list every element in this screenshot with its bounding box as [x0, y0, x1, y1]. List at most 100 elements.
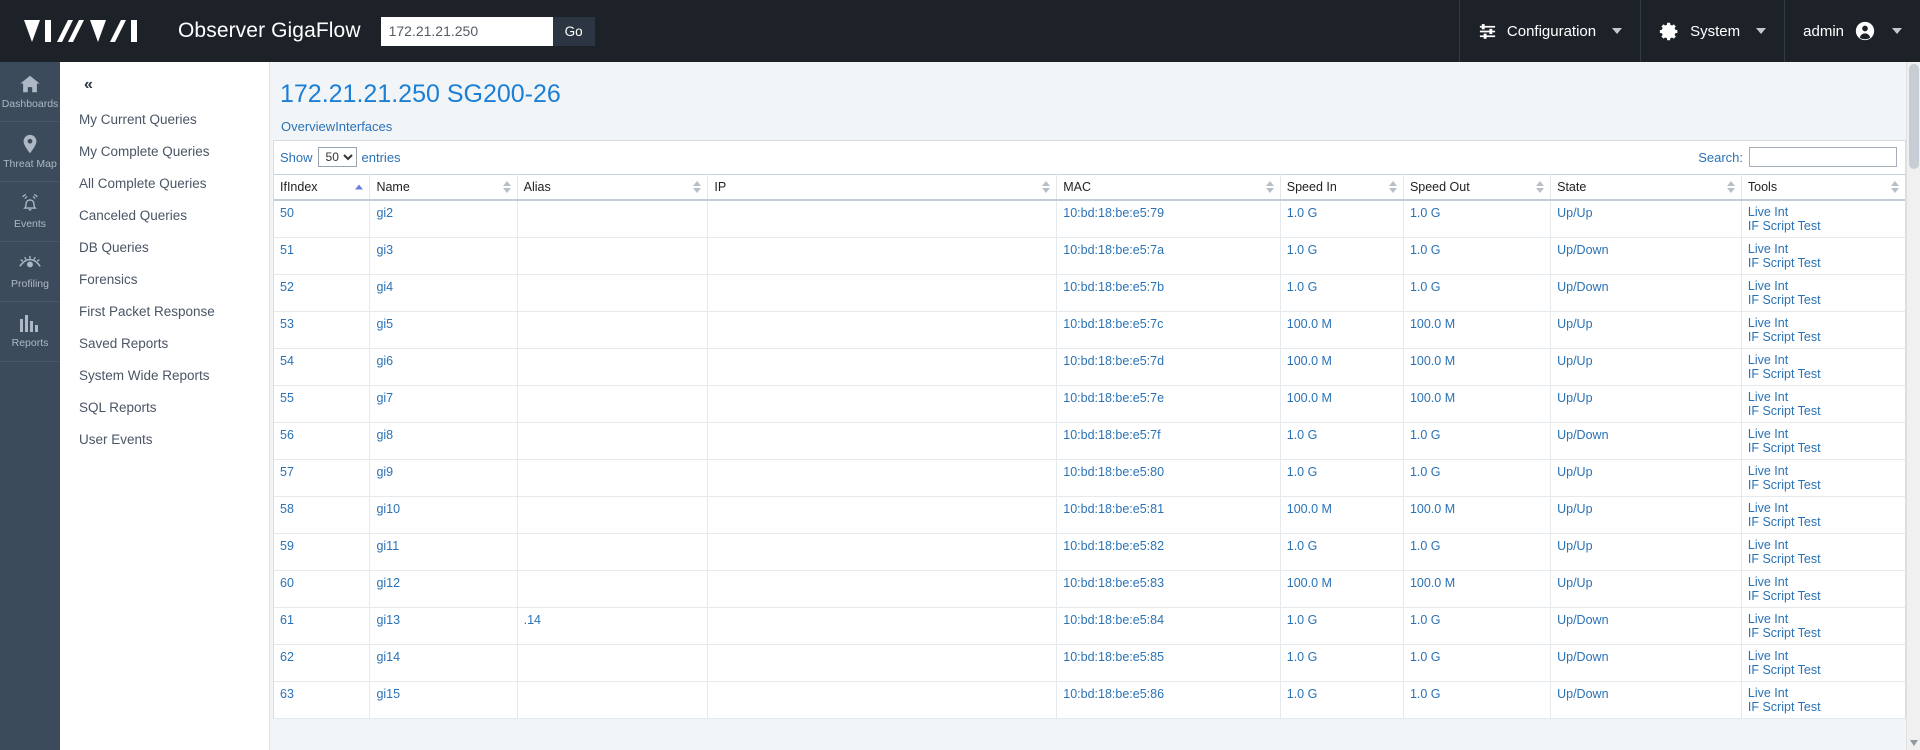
cell-alias: .14	[517, 607, 709, 645]
header-menu-user[interactable]: admin	[1784, 0, 1920, 62]
live-int-link[interactable]: Live Int	[1748, 687, 1899, 700]
live-int-link[interactable]: Live Int	[1748, 317, 1899, 330]
header-menu-configuration-label: Configuration	[1506, 22, 1597, 40]
cell-state: Up/Up	[1550, 311, 1742, 349]
if-script-test-link[interactable]: IF Script Test	[1748, 589, 1899, 603]
live-int-link[interactable]: Live Int	[1748, 354, 1899, 367]
if-script-test-link[interactable]: IF Script Test	[1748, 256, 1899, 270]
if-script-test-link[interactable]: IF Script Test	[1748, 293, 1899, 307]
search-input[interactable]	[1749, 147, 1897, 167]
live-int-link[interactable]: Live Int	[1748, 539, 1899, 552]
if-script-test-link[interactable]: IF Script Test	[1748, 515, 1899, 529]
cell-speed_out: 100.0 M	[1403, 311, 1552, 349]
cell-alias	[517, 496, 709, 534]
viavi-logo[interactable]	[0, 0, 170, 62]
live-int-link[interactable]: Live Int	[1748, 465, 1899, 478]
submenu-item-all-complete-queries[interactable]: All Complete Queries	[60, 168, 269, 200]
live-int-link[interactable]: Live Int	[1748, 391, 1899, 404]
collapse-menu-button[interactable]: «	[60, 70, 269, 104]
cell-tools: Live Int IF Script Test	[1741, 274, 1905, 312]
live-int-link[interactable]: Live Int	[1748, 613, 1899, 626]
main-content: 172.21.21.250 SG200-26 OverviewInterface…	[270, 62, 1920, 750]
cell-tools: Live Int IF Script Test	[1741, 237, 1905, 275]
vertical-scrollbar[interactable]	[1906, 62, 1920, 750]
column-header-alias[interactable]: Alias	[517, 174, 709, 201]
device-lookup-form: Go	[380, 0, 595, 62]
cell-speed_in: 1.0 G	[1280, 644, 1404, 682]
submenu-item-db-queries[interactable]: DB Queries	[60, 232, 269, 264]
column-header-mac[interactable]: MAC	[1056, 174, 1281, 201]
if-script-test-link[interactable]: IF Script Test	[1748, 404, 1899, 418]
if-script-test-link[interactable]: IF Script Test	[1748, 626, 1899, 640]
chevron-down-icon	[1612, 28, 1623, 34]
cell-alias	[517, 422, 709, 460]
go-button[interactable]: Go	[552, 16, 595, 46]
rail-item-profiling[interactable]: Profiling	[0, 242, 60, 302]
column-header-speed-out[interactable]: Speed Out	[1403, 174, 1552, 201]
if-script-test-link[interactable]: IF Script Test	[1748, 478, 1899, 492]
column-header-ifindex[interactable]: IfIndex	[274, 174, 371, 201]
live-int-link[interactable]: Live Int	[1748, 502, 1899, 515]
live-int-link[interactable]: Live Int	[1748, 576, 1899, 589]
cell-speed_in: 100.0 M	[1280, 311, 1404, 349]
cell-ip	[707, 533, 1058, 571]
live-int-link[interactable]: Live Int	[1748, 243, 1899, 256]
cell-ifindex: 55	[274, 385, 371, 423]
if-script-test-link[interactable]: IF Script Test	[1748, 330, 1899, 344]
column-header-speed-in[interactable]: Speed In	[1280, 174, 1404, 201]
submenu-item-saved-reports[interactable]: Saved Reports	[60, 328, 269, 360]
cell-state: Up/Up	[1550, 200, 1742, 238]
rail-item-events[interactable]: Events	[0, 182, 60, 242]
column-header-state[interactable]: State	[1550, 174, 1742, 201]
scroll-down-icon[interactable]	[1910, 740, 1918, 746]
submenu-item-first-packet-response[interactable]: First Packet Response	[60, 296, 269, 328]
rail-item-reports[interactable]: Reports	[0, 302, 60, 362]
submenu-item-sql-reports[interactable]: SQL Reports	[60, 392, 269, 424]
tab-interfaces[interactable]: Interfaces	[335, 119, 392, 134]
cell-mac: 10:bd:18:be:e5:7b	[1056, 274, 1281, 312]
submenu-item-system-wide-reports[interactable]: System Wide Reports	[60, 360, 269, 392]
live-int-link[interactable]: Live Int	[1748, 280, 1899, 293]
live-int-link[interactable]: Live Int	[1748, 206, 1899, 219]
column-header-name[interactable]: Name	[369, 174, 518, 201]
column-label-ifindex: IfIndex	[280, 180, 318, 194]
cell-mac: 10:bd:18:be:e5:82	[1056, 533, 1281, 571]
sliders-icon	[1478, 22, 1497, 41]
submenu-item-user-events[interactable]: User Events	[60, 424, 269, 456]
gear-icon	[1659, 21, 1680, 42]
header-menu-user-label: admin	[1803, 22, 1844, 40]
rail-item-dashboards[interactable]: Dashboards	[0, 62, 60, 122]
cell-state: Up/Down	[1550, 607, 1742, 645]
sort-toggle-icon	[1536, 181, 1545, 193]
cell-name: gi5	[369, 311, 518, 349]
scrollbar-thumb[interactable]	[1909, 64, 1919, 169]
submenu-item-my-complete-queries[interactable]: My Complete Queries	[60, 136, 269, 168]
column-header-ip[interactable]: IP	[707, 174, 1058, 201]
if-script-test-link[interactable]: IF Script Test	[1748, 367, 1899, 381]
if-script-test-link[interactable]: IF Script Test	[1748, 663, 1899, 677]
cell-speed_in: 100.0 M	[1280, 496, 1404, 534]
rail-item-profiling-label: Profiling	[11, 278, 49, 290]
submenu-item-forensics[interactable]: Forensics	[60, 264, 269, 296]
header-menu-configuration[interactable]: Configuration	[1458, 0, 1640, 62]
device-ip-input[interactable]	[380, 16, 553, 46]
submenu-item-canceled-queries[interactable]: Canceled Queries	[60, 200, 269, 232]
live-int-link[interactable]: Live Int	[1748, 650, 1899, 663]
submenu-item-my-current-queries[interactable]: My Current Queries	[60, 104, 269, 136]
sort-toggle-icon	[1265, 181, 1274, 193]
if-script-test-link[interactable]: IF Script Test	[1748, 552, 1899, 566]
column-header-tools[interactable]: Tools	[1741, 174, 1905, 201]
live-int-link[interactable]: Live Int	[1748, 428, 1899, 441]
cell-tools: Live Int IF Script Test	[1741, 422, 1905, 460]
cell-mac: 10:bd:18:be:e5:7e	[1056, 385, 1281, 423]
tab-overview[interactable]: Overview	[281, 119, 335, 134]
cell-state: Up/Up	[1550, 348, 1742, 386]
entries-per-page-select[interactable]: 50	[317, 147, 357, 167]
if-script-test-link[interactable]: IF Script Test	[1748, 219, 1899, 233]
rail-item-threat-map[interactable]: Threat Map	[0, 122, 60, 182]
cell-ifindex: 60	[274, 570, 371, 608]
show-label: Show	[280, 149, 313, 165]
if-script-test-link[interactable]: IF Script Test	[1748, 441, 1899, 455]
if-script-test-link[interactable]: IF Script Test	[1748, 700, 1899, 714]
header-menu-system[interactable]: System	[1640, 0, 1784, 62]
